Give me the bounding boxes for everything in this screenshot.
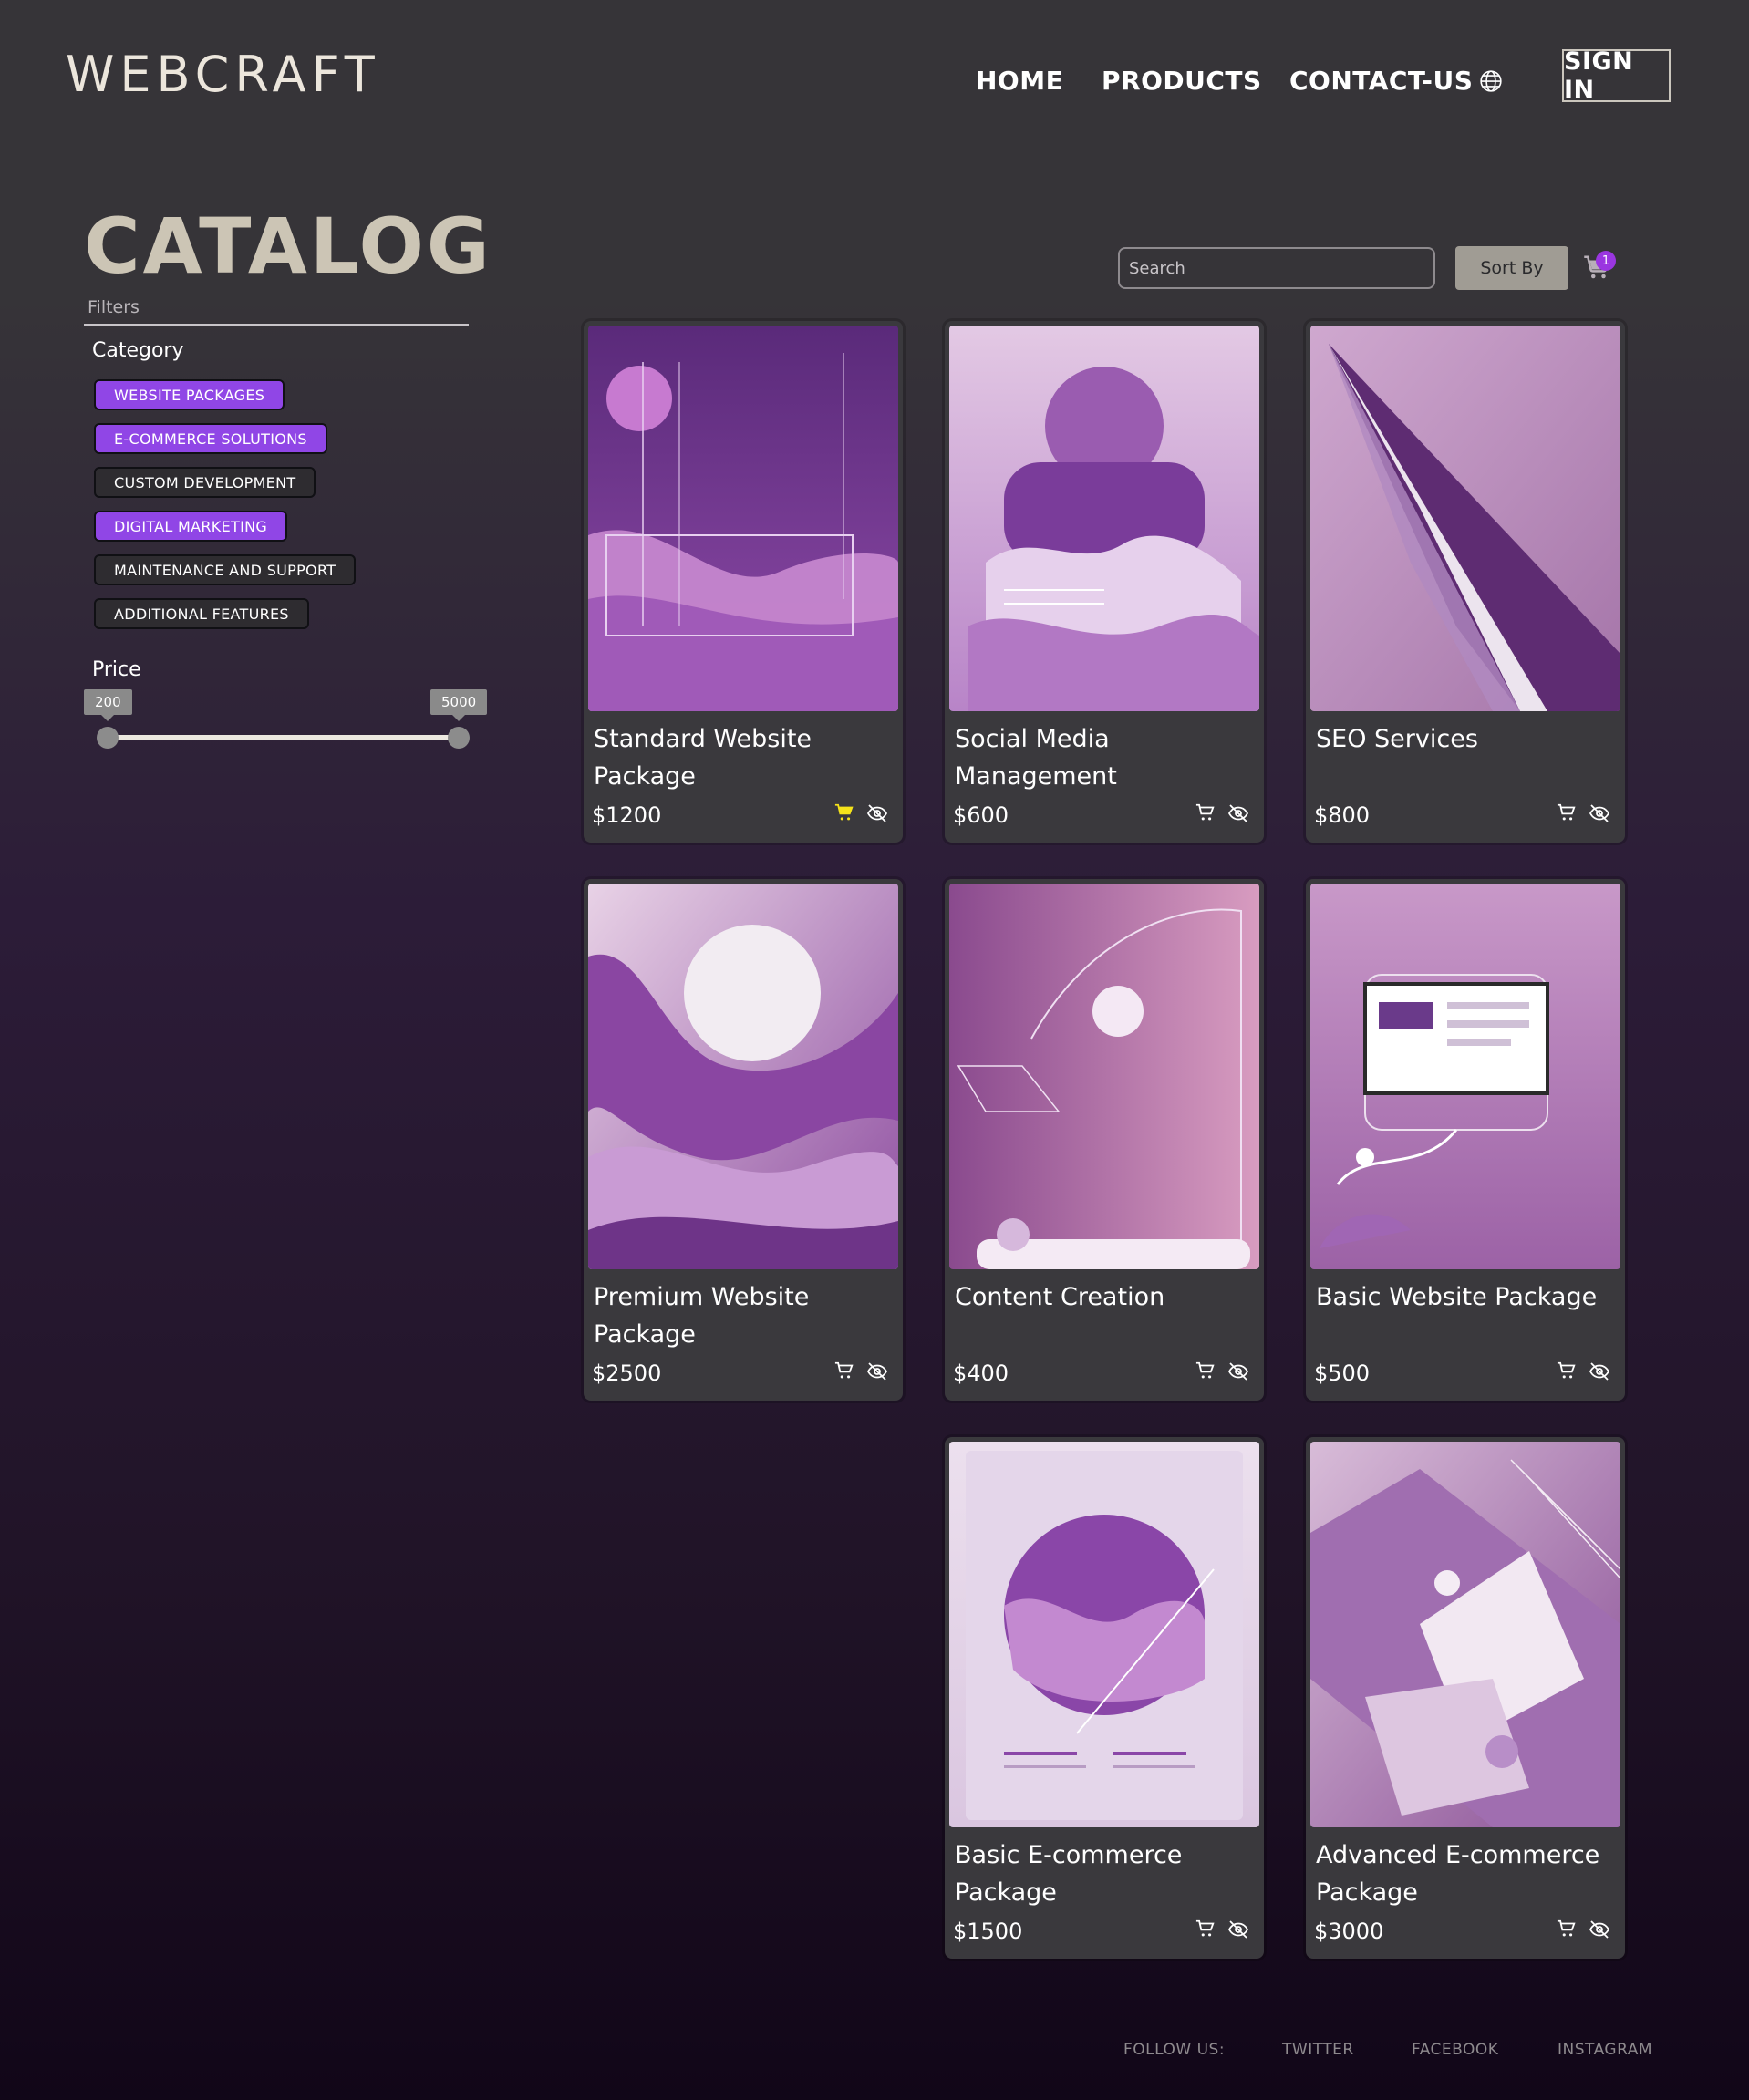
price-min-tooltip: 200	[84, 689, 132, 721]
product-card-basic-ecommerce-package[interactable]: Basic E-commerce Package $1500	[945, 1437, 1264, 1959]
product-image[interactable]	[949, 884, 1259, 1269]
eye-slash-icon[interactable]	[1227, 1360, 1249, 1382]
product-price: $2500	[592, 1360, 662, 1386]
price-max-handle[interactable]	[448, 727, 470, 749]
eye-slash-icon[interactable]	[866, 1360, 888, 1382]
add-to-cart-icon[interactable]	[1195, 1360, 1216, 1381]
filters-divider	[84, 324, 469, 326]
product-title: Advanced E-commerce Package	[1316, 1841, 1600, 1907]
product-card-seo-services[interactable]: SEO Services $800	[1306, 321, 1625, 843]
product-card-social-media-management[interactable]: Social Media Management $600	[945, 321, 1264, 843]
price-range-track[interactable]	[108, 735, 459, 740]
price-max-tooltip: 5000	[430, 689, 488, 721]
add-to-cart-icon[interactable]	[1195, 1919, 1216, 1939]
product-title: Premium Website Package	[594, 1283, 810, 1349]
product-title: Social Media Management	[955, 725, 1117, 791]
search-input[interactable]	[1118, 247, 1435, 289]
product-image[interactable]	[1310, 326, 1620, 711]
product-price: $400	[953, 1360, 1009, 1386]
category-chip-ecommerce-solutions[interactable]: E-COMMERCE SOLUTIONS	[94, 423, 327, 454]
product-card-standard-website-package[interactable]: Standard Website Package $1200	[584, 321, 903, 843]
sign-in-button[interactable]: SIGN IN	[1562, 47, 1671, 104]
globe-icon[interactable]	[1479, 69, 1503, 93]
product-image[interactable]	[588, 884, 898, 1269]
nav-home[interactable]: HOME	[976, 66, 1063, 96]
footer-facebook-link[interactable]: FACEBOOK	[1412, 2041, 1498, 2059]
product-title: Content Creation	[955, 1283, 1165, 1311]
category-heading: Category	[92, 339, 184, 362]
product-card-basic-website-package[interactable]: Basic Website Package $500	[1306, 879, 1625, 1401]
product-image[interactable]	[949, 1442, 1259, 1827]
cart-count-badge: 1	[1596, 251, 1616, 271]
footer-instagram-link[interactable]: INSTAGRAM	[1558, 2041, 1652, 2059]
product-price: $600	[953, 802, 1009, 828]
product-image[interactable]	[1310, 884, 1620, 1269]
nav-contact-us[interactable]: CONTACT-US	[1289, 66, 1473, 96]
product-title: Basic E-commerce Package	[955, 1841, 1183, 1907]
eye-slash-icon[interactable]	[1227, 802, 1249, 824]
eye-slash-icon[interactable]	[1589, 802, 1610, 824]
add-to-cart-icon[interactable]	[1557, 1360, 1577, 1381]
product-price: $1500	[953, 1919, 1023, 1944]
product-price: $3000	[1314, 1919, 1384, 1944]
category-chip-digital-marketing[interactable]: DIGITAL MARKETING	[94, 511, 288, 542]
add-to-cart-icon[interactable]	[1195, 802, 1216, 822]
eye-slash-icon[interactable]	[866, 802, 888, 824]
product-title: SEO Services	[1316, 725, 1478, 753]
product-price: $1200	[592, 802, 662, 828]
site-logo[interactable]: WEBCRAFT	[66, 46, 380, 103]
add-to-cart-icon[interactable]	[1557, 1919, 1577, 1939]
footer-follow-label: FOLLOW US:	[1123, 2041, 1226, 2059]
product-image[interactable]	[1310, 1442, 1620, 1827]
category-chip-custom-development[interactable]: CUSTOM DEVELOPMENT	[94, 467, 316, 498]
product-card-content-creation[interactable]: Content Creation $400	[945, 879, 1264, 1401]
product-title: Standard Website Package	[594, 725, 812, 791]
footer-twitter-link[interactable]: TWITTER	[1282, 2041, 1354, 2059]
add-to-cart-icon[interactable]	[834, 1360, 854, 1381]
price-min-handle[interactable]	[97, 727, 119, 749]
product-card-premium-website-package[interactable]: Premium Website Package $2500	[584, 879, 903, 1401]
product-image[interactable]	[588, 326, 898, 711]
product-title: Basic Website Package	[1316, 1283, 1598, 1311]
category-chip-maintenance-support[interactable]: MAINTENANCE AND SUPPORT	[94, 554, 357, 585]
eye-slash-icon[interactable]	[1227, 1919, 1249, 1940]
product-price: $800	[1314, 802, 1371, 828]
category-chip-website-packages[interactable]: WEBSITE PACKAGES	[94, 379, 285, 410]
eye-slash-icon[interactable]	[1589, 1919, 1610, 1940]
product-image[interactable]	[949, 326, 1259, 711]
page-title: CATALOG	[84, 202, 492, 291]
add-to-cart-icon[interactable]	[834, 802, 854, 822]
category-chip-additional-features[interactable]: ADDITIONAL FEATURES	[94, 598, 309, 629]
eye-slash-icon[interactable]	[1589, 1360, 1610, 1382]
product-price: $500	[1314, 1360, 1371, 1386]
nav-products[interactable]: PRODUCTS	[1102, 66, 1262, 96]
product-card-advanced-ecommerce-package[interactable]: Advanced E-commerce Package $3000	[1306, 1437, 1625, 1959]
price-heading: Price	[92, 658, 141, 681]
sort-by-button[interactable]: Sort By	[1455, 246, 1568, 290]
filters-label: Filters	[88, 297, 140, 317]
add-to-cart-icon[interactable]	[1557, 802, 1577, 822]
